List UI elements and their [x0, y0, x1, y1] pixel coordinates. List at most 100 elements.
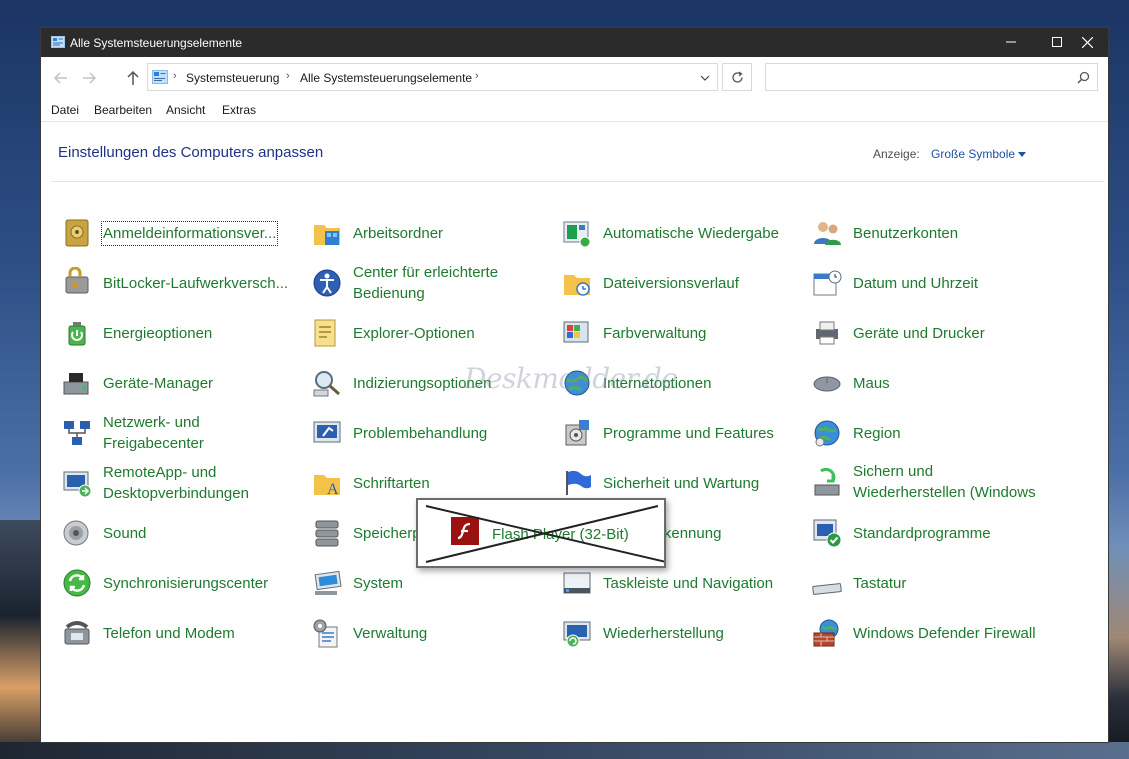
item-phone-modem[interactable]: Telefon und Modem	[61, 611, 301, 655]
item-ease-of-access[interactable]: Center für erleichterte Bedienung	[311, 261, 551, 305]
item-devices-printers[interactable]: Geräte und Drucker	[811, 311, 1051, 355]
item-label-text: Wiederherstellung	[603, 624, 724, 642]
view-dropdown[interactable]: Große Symbole	[931, 147, 1015, 161]
item-explorer-options[interactable]: Explorer-Optionen	[311, 311, 551, 355]
item-label-text: Maus	[853, 374, 890, 392]
item-recovery[interactable]: Wiederherstellung	[561, 611, 801, 655]
address-row: › Systemsteuerung › Alle Systemsteuerung…	[41, 57, 1108, 99]
item-label-text: Taskleiste und Navigation	[603, 574, 774, 592]
item-sound[interactable]: Sound	[61, 511, 301, 555]
chevron-down-icon[interactable]	[700, 75, 710, 81]
svg-text:A: A	[327, 481, 339, 498]
window-title: Alle Systemsteuerungselemente	[70, 36, 243, 50]
menu-bearbeiten[interactable]: Bearbeiten	[94, 103, 152, 117]
programs-features-icon	[565, 420, 589, 446]
item-file-history[interactable]: Dateiversionsverlauf	[561, 261, 801, 305]
refresh-button[interactable]	[722, 63, 752, 91]
power-options-icon	[68, 322, 86, 346]
item-administrative-tools[interactable]: Verwaltung	[311, 611, 551, 655]
item-label: Verwaltung	[353, 611, 549, 655]
item-remoteapp[interactable]: RemoteApp- und Desktopverbindungen	[61, 461, 301, 505]
item-label-text: Geräte und Drucker	[853, 324, 985, 342]
item-label: Energieoptionen	[103, 311, 299, 355]
item-firewall[interactable]: Windows Defender Firewall	[811, 611, 1051, 655]
title-bar[interactable]: Alle Systemsteuerungselemente	[41, 28, 1108, 57]
search-icon	[1077, 71, 1090, 84]
bitlocker-icon	[65, 267, 89, 294]
item-mouse[interactable]: Maus	[811, 361, 1051, 405]
keyboard-icon	[812, 583, 842, 595]
item-device-manager[interactable]: Geräte-Manager	[61, 361, 301, 405]
up-arrow-icon[interactable]	[125, 69, 141, 87]
item-label-text: Farbverwaltung	[603, 324, 707, 342]
storage-spaces-icon	[315, 520, 339, 547]
item-label-text: Sicherheit und Wartung	[603, 474, 760, 492]
item-label-text: Arbeitsordner	[353, 224, 444, 242]
breadcrumb-current[interactable]: Alle Systemsteuerungselemente	[300, 71, 472, 85]
breadcrumb-chevron-icon[interactable]: ›	[286, 70, 290, 82]
item-bitlocker[interactable]: BitLocker-Laufwerkversch...	[61, 261, 301, 305]
explorer-options-icon	[314, 319, 336, 347]
item-keyboard[interactable]: Tastatur	[811, 561, 1051, 605]
address-bar[interactable]: › Systemsteuerung › Alle Systemsteuerung…	[147, 63, 718, 91]
item-label: Sound	[103, 511, 299, 555]
desktop-background-bottom	[0, 742, 1129, 759]
item-troubleshooting[interactable]: Problembehandlung	[311, 411, 551, 455]
item-autoplay[interactable]: Automatische Wiedergabe	[561, 211, 801, 255]
forward-arrow-icon[interactable]	[81, 69, 97, 87]
fonts-icon: A	[314, 475, 340, 498]
item-label: Telefon und Modem	[103, 611, 299, 655]
item-backup-restore[interactable]: Sichern und Wiederherstellen (Windows 7)	[811, 461, 1051, 505]
item-programs-features[interactable]: Programme und Features	[561, 411, 801, 455]
search-input[interactable]	[765, 63, 1098, 91]
item-label: Netzwerk- und Freigabecenter	[103, 411, 299, 455]
sync-center-icon	[63, 569, 91, 597]
item-label: Geräte und Drucker	[853, 311, 1049, 355]
item-label-text: Synchronisierungscenter	[103, 574, 269, 592]
maximize-icon	[1052, 37, 1062, 47]
item-credential-manager[interactable]: Anmeldeinformationsver...	[61, 211, 301, 255]
item-label-text: Energieoptionen	[103, 324, 213, 342]
item-label: Arbeitsordner	[353, 211, 549, 255]
item-label: BitLocker-Laufwerkversch...	[103, 261, 299, 305]
item-label: Benutzerkonten	[853, 211, 1049, 255]
item-label: Tastatur	[853, 561, 1049, 605]
view-label: Anzeige:	[873, 147, 920, 161]
item-date-time[interactable]: Datum und Uhrzeit	[811, 261, 1051, 305]
autoplay-icon	[563, 221, 591, 248]
minimize-button[interactable]	[988, 28, 1034, 57]
item-label-text: Problembehandlung	[353, 424, 488, 442]
refresh-icon	[732, 71, 743, 83]
item-sync-center[interactable]: Synchronisierungscenter	[61, 561, 301, 605]
breadcrumb-systemsteuerung[interactable]: Systemsteuerung	[186, 71, 279, 85]
item-default-programs[interactable]: Standardprogramme	[811, 511, 1051, 555]
menu-extras[interactable]: Extras	[222, 103, 256, 117]
item-label: Wiederherstellung	[603, 611, 799, 655]
close-button[interactable]	[1064, 28, 1110, 57]
remoteapp-icon	[63, 471, 92, 498]
menu-ansicht[interactable]: Ansicht	[166, 103, 205, 117]
item-network-sharing[interactable]: Netzwerk- und Freigabecenter	[61, 411, 301, 455]
region-icon	[814, 420, 840, 447]
breadcrumb-chevron-icon[interactable]: ›	[173, 70, 177, 82]
firewall-icon	[813, 619, 839, 647]
item-label: Sichern und Wiederherstellen (Windows 7)	[853, 461, 1049, 501]
item-label: Datum und Uhrzeit	[853, 261, 1049, 305]
item-color-management[interactable]: Farbverwaltung	[561, 311, 801, 355]
item-label-text: BitLocker-Laufwerkversch...	[103, 274, 289, 292]
item-work-folders[interactable]: Arbeitsordner	[311, 211, 551, 255]
breadcrumb-chevron-icon[interactable]: ›	[475, 70, 479, 82]
back-arrow-icon[interactable]	[53, 69, 69, 87]
item-label: Standardprogramme	[853, 511, 1049, 555]
caret-down-icon[interactable]	[1018, 152, 1026, 157]
date-time-icon	[813, 270, 842, 296]
menu-datei[interactable]: Datei	[51, 103, 79, 117]
watermark: Deskmodder.de	[464, 362, 678, 395]
item-label-text: Sichern und Wiederherstellen (Windows 7)	[853, 463, 1036, 501]
item-region[interactable]: Region	[811, 411, 1051, 455]
item-label-text: Verwaltung	[353, 624, 428, 642]
item-power-options[interactable]: Energieoptionen	[61, 311, 301, 355]
item-label: Synchronisierungscenter	[103, 561, 299, 605]
item-user-accounts[interactable]: Benutzerkonten	[811, 211, 1051, 255]
recovery-icon	[563, 621, 591, 648]
